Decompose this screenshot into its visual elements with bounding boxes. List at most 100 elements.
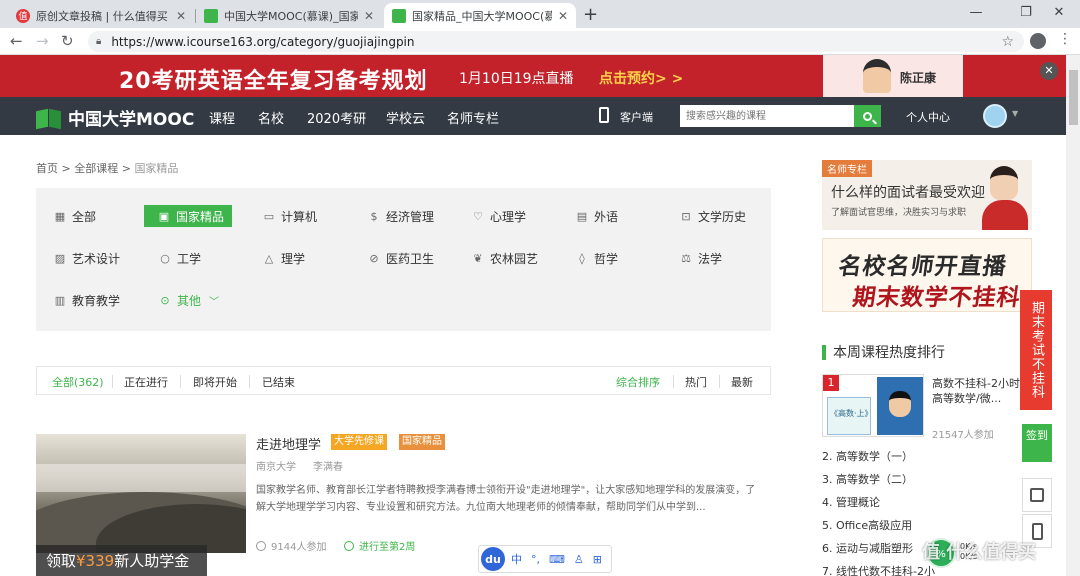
- rank-item[interactable]: 4. 管理概论: [822, 494, 880, 510]
- course-school[interactable]: 南京大学: [256, 458, 296, 473]
- sort-newest[interactable]: 最新: [731, 374, 753, 390]
- tab-title: 中国大学MOOC(慕课)_国家精品: [224, 9, 358, 23]
- banner-cta[interactable]: 点击预约> >: [599, 68, 683, 88]
- promo-banner[interactable]: 20考研英语全年复习备考规划 1月10日19点直播 点击预约> > 陈正康 ✕: [0, 55, 1066, 97]
- category-agriculture[interactable]: ❦ 农林园艺: [472, 247, 538, 269]
- browser-tab[interactable]: 值 原创文章投稿 | 什么值得买 ✕: [8, 3, 194, 28]
- nav-school-cloud[interactable]: 学校云: [386, 108, 425, 127]
- filter-finished[interactable]: 已结束: [262, 374, 295, 390]
- rank-item[interactable]: 7. 线性代数不挂科-2小: [822, 563, 935, 576]
- rank-item[interactable]: 5. Office高级应用: [822, 517, 912, 533]
- course-title[interactable]: 走进地理学: [256, 434, 321, 453]
- exam-promo-tab[interactable]: 期末考试不挂科: [1020, 290, 1052, 410]
- category-education[interactable]: ▥ 教育教学: [54, 289, 120, 311]
- category-literature-history[interactable]: ⊡ 文学历史: [680, 205, 746, 227]
- profile-icon[interactable]: [1030, 33, 1046, 49]
- mooc-logo-icon: [36, 108, 62, 129]
- rank-item[interactable]: 3. 高等数学（二）: [822, 471, 913, 487]
- baidu-ime-icon[interactable]: du: [481, 547, 505, 571]
- ime-user-icon[interactable]: ♙: [574, 553, 584, 566]
- scholarship-banner[interactable]: 领取¥339新人助学金: [36, 545, 207, 576]
- sort-comprehensive[interactable]: 综合排序: [616, 374, 660, 390]
- category-national-quality[interactable]: ▣ 国家精品: [144, 205, 233, 227]
- scrollbar-thumb[interactable]: [1069, 70, 1078, 125]
- rank-item[interactable]: 2. 高等数学（一）: [822, 448, 913, 464]
- avatar[interactable]: [983, 104, 1007, 128]
- category-law[interactable]: ⚖ 法学: [680, 247, 722, 269]
- breadcrumb-all[interactable]: 全部课程: [74, 162, 118, 175]
- category-computer[interactable]: ▭ 计算机: [263, 205, 317, 227]
- category-all[interactable]: ▦ 全部: [54, 205, 96, 227]
- category-economics[interactable]: $ 经济管理: [368, 205, 435, 227]
- site-logo[interactable]: 中国大学MOOC: [36, 105, 194, 130]
- bookmark-star-icon[interactable]: ☆: [1001, 34, 1014, 50]
- client-link[interactable]: 客户端: [620, 109, 653, 125]
- category-other[interactable]: ⊙ 其他 ﹀: [159, 289, 219, 311]
- category-art-design[interactable]: ▨ 艺术设计: [54, 247, 120, 269]
- course-teacher[interactable]: 李满春: [313, 458, 343, 473]
- close-window-icon[interactable]: ✕: [1036, 2, 1080, 24]
- course-thumbnail[interactable]: [36, 434, 246, 553]
- teacher-column-ad[interactable]: 名师专栏 什么样的面试者最受欢迎 了解面试官思维，决胜实习与求职: [822, 160, 1032, 230]
- close-tab-icon[interactable]: ✕: [364, 9, 374, 23]
- signin-button[interactable]: 签到: [1022, 424, 1052, 462]
- category-engineering[interactable]: ○ 工学: [159, 247, 201, 269]
- category-foreign-language[interactable]: ▤ 外语: [576, 205, 618, 227]
- edu-icon: ▥: [54, 293, 66, 307]
- banner-time: 1月10日19点直播: [459, 71, 574, 87]
- scrollbar[interactable]: [1066, 55, 1080, 576]
- search-button[interactable]: [854, 105, 881, 127]
- filter-all[interactable]: 全部(362): [52, 374, 104, 390]
- nav-courses[interactable]: 课程: [209, 108, 235, 127]
- nav-schools[interactable]: 名校: [258, 108, 284, 127]
- feedback-button[interactable]: [1022, 478, 1052, 512]
- ime-punct-icon[interactable]: °,: [531, 553, 540, 566]
- close-tab-icon[interactable]: ✕: [176, 9, 186, 23]
- search-input[interactable]: [680, 105, 854, 127]
- category-medicine[interactable]: ⊘ 医药卫生: [368, 247, 434, 269]
- tab-title: 国家精品_中国大学MOOC(慕课): [412, 9, 552, 23]
- back-icon[interactable]: ←: [10, 32, 23, 50]
- category-psychology[interactable]: ♡ 心理学: [472, 205, 526, 227]
- ad-subtitle: 了解面试官思维，决胜实习与求职: [831, 208, 967, 218]
- watermark: 值 什么值得买: [922, 542, 1037, 563]
- user-center-link[interactable]: 个人中心: [906, 109, 950, 125]
- browser-tab[interactable]: 中国大学MOOC(慕课)_国家精品 ✕: [196, 3, 382, 28]
- nav-kaoyan[interactable]: 2020考研: [307, 108, 366, 127]
- ad2-line2: 期末数学不挂科: [850, 285, 1023, 311]
- sort-popular[interactable]: 热门: [685, 374, 707, 390]
- filter-ongoing[interactable]: 正在进行: [124, 374, 168, 390]
- browser-tab-active[interactable]: 国家精品_中国大学MOOC(慕课) ✕: [384, 3, 576, 28]
- nav-teacher-column[interactable]: 名师专栏: [447, 108, 499, 127]
- address-bar[interactable]: 🔒︎ https://www.icourse163.org/category/g…: [88, 31, 1024, 52]
- ad-question: 什么样的面试者最受欢迎: [831, 185, 985, 201]
- breadcrumb-current: 国家精品: [134, 162, 179, 175]
- new-tab-icon[interactable]: +: [583, 4, 598, 25]
- rank-item[interactable]: 6. 运动与减脂塑形: [822, 540, 913, 556]
- minimize-icon[interactable]: —: [953, 2, 999, 24]
- ime-lang-toggle[interactable]: 中: [511, 551, 522, 567]
- user-icon: [256, 540, 266, 551]
- chat-icon: ▤: [576, 209, 588, 223]
- grid-icon: ▦: [54, 209, 66, 223]
- forward-icon[interactable]: →: [36, 32, 49, 50]
- breadcrumb-home[interactable]: 首页: [36, 162, 58, 175]
- ime-toolbar[interactable]: du 中 °, ⌨ ♙ ⊞: [478, 545, 612, 573]
- live-class-ad[interactable]: 名校名师开直播 期末数学不挂科: [822, 238, 1032, 312]
- filter-upcoming[interactable]: 即将开始: [193, 374, 237, 390]
- chevron-down-icon[interactable]: ▼: [1012, 109, 1018, 118]
- reload-icon[interactable]: ↻: [61, 32, 74, 50]
- ime-grid-icon[interactable]: ⊞: [593, 553, 602, 566]
- scale-icon: ⚖: [681, 251, 691, 265]
- phone-icon[interactable]: [599, 107, 609, 123]
- category-science[interactable]: △ 理学: [263, 247, 305, 269]
- close-tab-icon[interactable]: ✕: [558, 9, 568, 23]
- ime-keyboard-icon[interactable]: ⌨: [549, 553, 565, 566]
- menu-kebab-icon[interactable]: ⋮: [1058, 31, 1072, 47]
- banner-close-icon[interactable]: ✕: [1040, 62, 1058, 80]
- award-icon: ▣: [158, 209, 170, 223]
- banner-headline: 20考研英语全年复习备考规划: [119, 69, 428, 94]
- category-philosophy[interactable]: ◊ 哲学: [576, 247, 618, 269]
- chevron-down-icon: ﹀: [209, 296, 220, 308]
- rank1-thumbnail[interactable]: 1 《高数·上》: [822, 374, 924, 437]
